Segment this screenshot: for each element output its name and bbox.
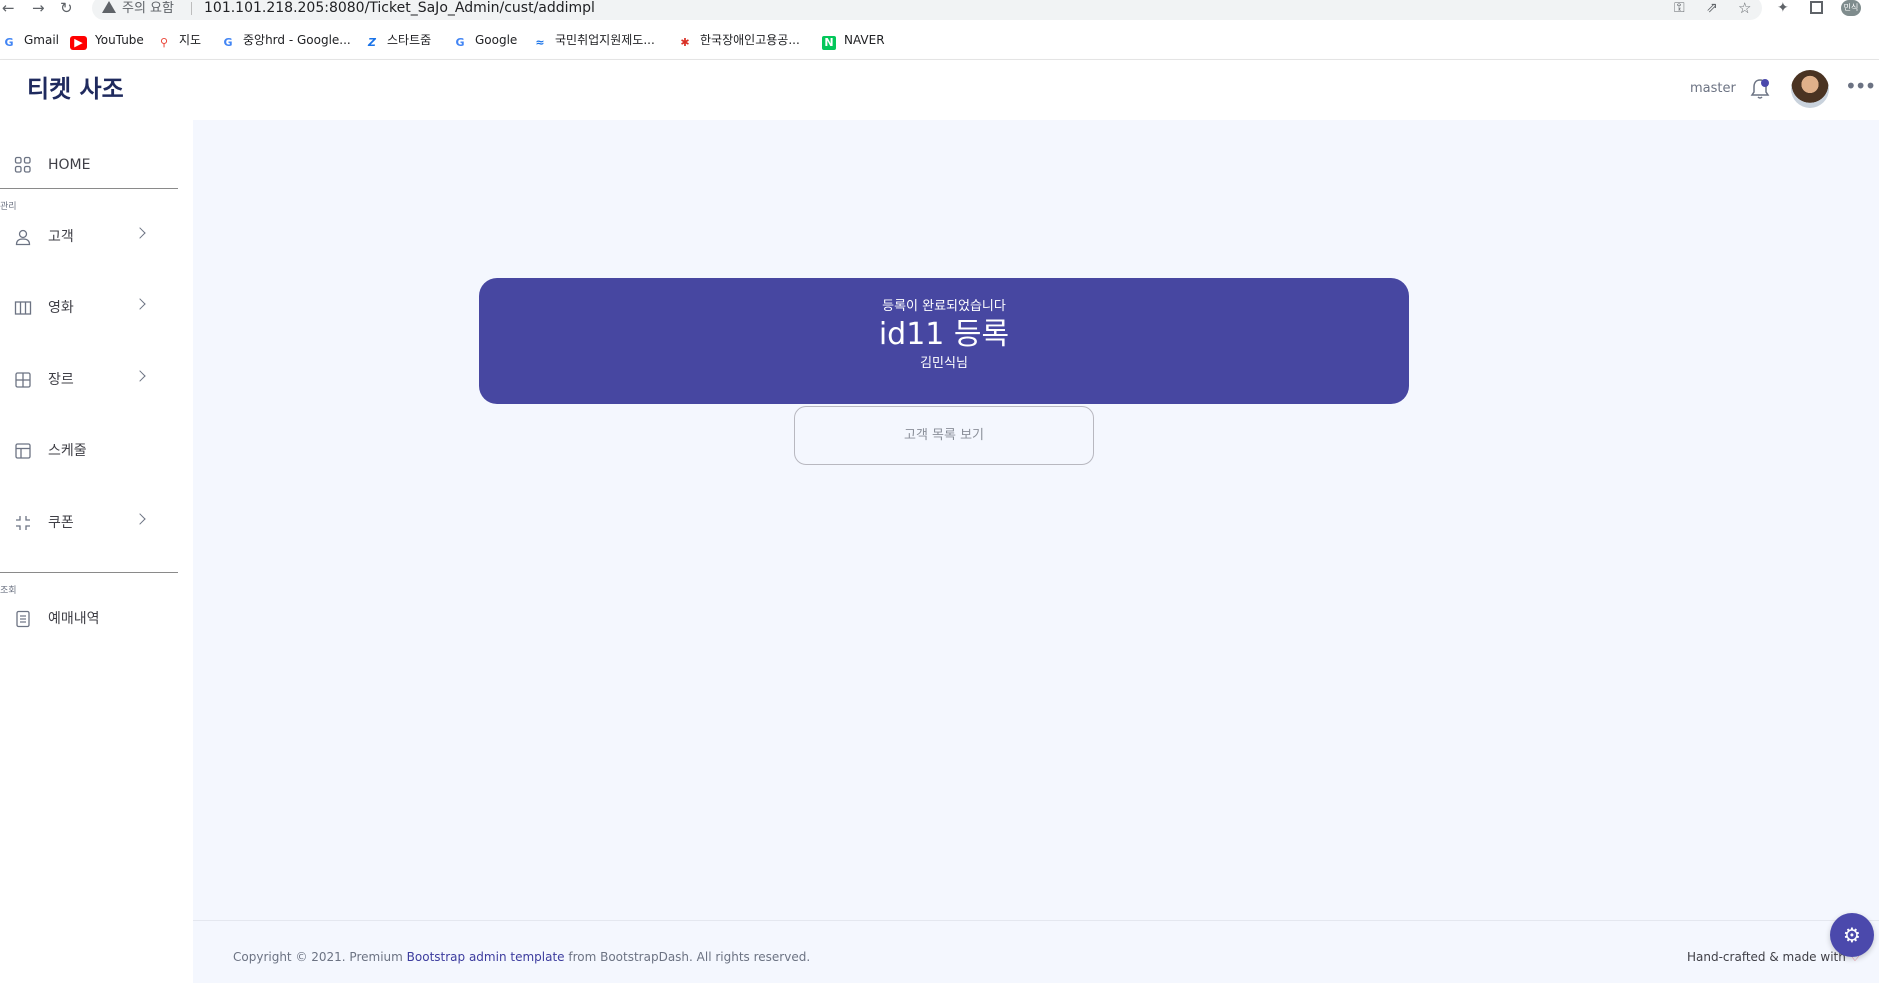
settings-gear-button[interactable]: ⚙ — [1830, 913, 1874, 957]
bookmark-hrd[interactable]: G 중앙hrd - Google... — [221, 29, 350, 51]
sidebar-section-manage: 관리 — [0, 202, 17, 212]
warning-icon — [102, 1, 116, 13]
bookmark-startzoom[interactable]: Z 스타트줌 — [365, 29, 431, 51]
bookmark-youtube[interactable]: ▶ YouTube — [70, 29, 144, 51]
key-icon[interactable]: ⚿ — [1674, 0, 1685, 17]
bookmark-worknet[interactable]: ≈ 국민취업지원제도... — [533, 29, 654, 51]
footer-credit: Hand-crafted & made with ♡ — [1687, 950, 1861, 964]
security-warning[interactable]: 주의 요함 — [102, 0, 174, 17]
bookmark-maps[interactable]: ⚲ 지도 — [157, 29, 201, 51]
grid-icon — [15, 372, 31, 388]
notification-dot — [1761, 79, 1769, 87]
brand-logo[interactable]: 티켓 사조 — [27, 73, 124, 105]
layout-icon — [15, 443, 31, 459]
address-separator — [191, 2, 192, 15]
share-icon[interactable]: ⇗ — [1706, 0, 1718, 17]
banner-subtitle: 등록이 완료되었습니다 — [882, 299, 1006, 314]
z-logo-icon: Z — [368, 36, 376, 49]
sidepanel-icon[interactable] — [1810, 1, 1823, 14]
app-header: 티켓 사조 master ••• — [0, 60, 1879, 120]
sidebar-divider — [0, 188, 178, 189]
back-icon[interactable]: ← — [2, 0, 15, 18]
sidebar-item-label: 스케줄 — [48, 443, 87, 459]
sidebar-divider — [0, 572, 178, 573]
more-icon[interactable]: ••• — [1845, 76, 1876, 96]
extensions-icon[interactable]: ✦ — [1777, 0, 1789, 17]
sidebar-item-movie[interactable]: 영화 — [0, 285, 178, 333]
chevron-right-icon — [134, 298, 146, 310]
chevron-right-icon — [134, 227, 146, 239]
user-icon — [15, 229, 31, 246]
avatar[interactable] — [1791, 70, 1829, 108]
chevron-right-icon — [134, 513, 146, 525]
success-banner: 등록이 완료되었습니다 id11 등록 김민식님 — [479, 278, 1409, 404]
sidebar-item-coupon[interactable]: 쿠폰 — [0, 500, 178, 548]
maps-pin-icon: ⚲ — [159, 36, 169, 49]
document-icon — [16, 610, 30, 628]
sidebar-item-label: HOME — [48, 157, 91, 173]
google-icon: G — [4, 36, 14, 49]
url-text[interactable]: 101.101.218.205:8080/Ticket_SaJo_Admin/c… — [204, 0, 595, 17]
customer-list-button[interactable]: 고객 목록 보기 — [794, 406, 1094, 465]
sidebar-item-label: 장르 — [48, 372, 74, 388]
sidebar-item-customer[interactable]: 고객 — [0, 214, 178, 262]
youtube-icon: ▶ — [70, 36, 87, 50]
chevron-right-icon — [134, 370, 146, 382]
worknet-icon: ≈ — [535, 36, 545, 49]
banner-customer-name: 김민식님 — [920, 356, 968, 371]
star-icon[interactable]: ☆ — [1738, 0, 1751, 17]
bookmark-google[interactable]: G Google — [453, 29, 517, 51]
naver-icon: N — [822, 36, 836, 50]
main-content: 등록이 완료되었습니다 id11 등록 김민식님 고객 목록 보기 — [193, 120, 1879, 920]
reload-icon[interactable]: ↻ — [60, 0, 73, 18]
gear-icon: ⚙ — [1843, 923, 1861, 947]
forward-icon[interactable]: → — [32, 0, 45, 18]
google-icon: G — [455, 36, 465, 49]
sidebar-item-schedule[interactable]: 스케줄 — [0, 428, 178, 476]
user-name[interactable]: master — [1690, 80, 1736, 98]
shrink-icon — [16, 516, 30, 530]
sidebar-item-label: 고객 — [48, 229, 74, 245]
google-icon: G — [223, 36, 233, 49]
bookmark-gmail[interactable]: G Gmail — [2, 29, 59, 51]
sidebar-item-reservations[interactable]: 예매내역 — [0, 596, 178, 644]
grid-dots-icon — [14, 156, 31, 173]
footer-copyright: Copyright © 2021. Premium Bootstrap admi… — [233, 950, 811, 964]
profile-avatar[interactable]: 민식 — [1841, 0, 1861, 16]
bookmarks-bar: G Gmail ▶ YouTube ⚲ 지도 G 중앙hrd - Google... Z… — [0, 29, 1879, 51]
sidebar-item-label: 예매내역 — [48, 611, 100, 627]
columns-icon — [14, 301, 32, 315]
footer: Copyright © 2021. Premium Bootstrap admi… — [193, 920, 1879, 983]
kead-icon: ✱ — [680, 36, 690, 49]
sidebar-item-genre[interactable]: 장르 — [0, 357, 178, 405]
footer-template-link[interactable]: Bootstrap admin template — [407, 950, 565, 964]
browser-toolbar: ← → ↻ 주의 요함 101.101.218.205:8080/Ticket_… — [0, 0, 1879, 20]
bookmark-kead[interactable]: ✱ 한국장애인고용공... — [678, 29, 799, 51]
sidebar: HOME 관리 고객 영화 장르 스케줄 쿠폰 조회 예매내역 — [0, 120, 193, 983]
sidebar-item-label: 영화 — [48, 300, 74, 316]
banner-title: id11 등록 — [878, 317, 1010, 352]
sidebar-item-home[interactable]: HOME — [0, 142, 178, 190]
bookmark-naver[interactable]: N NAVER — [822, 29, 885, 51]
sidebar-item-label: 쿠폰 — [48, 515, 74, 531]
